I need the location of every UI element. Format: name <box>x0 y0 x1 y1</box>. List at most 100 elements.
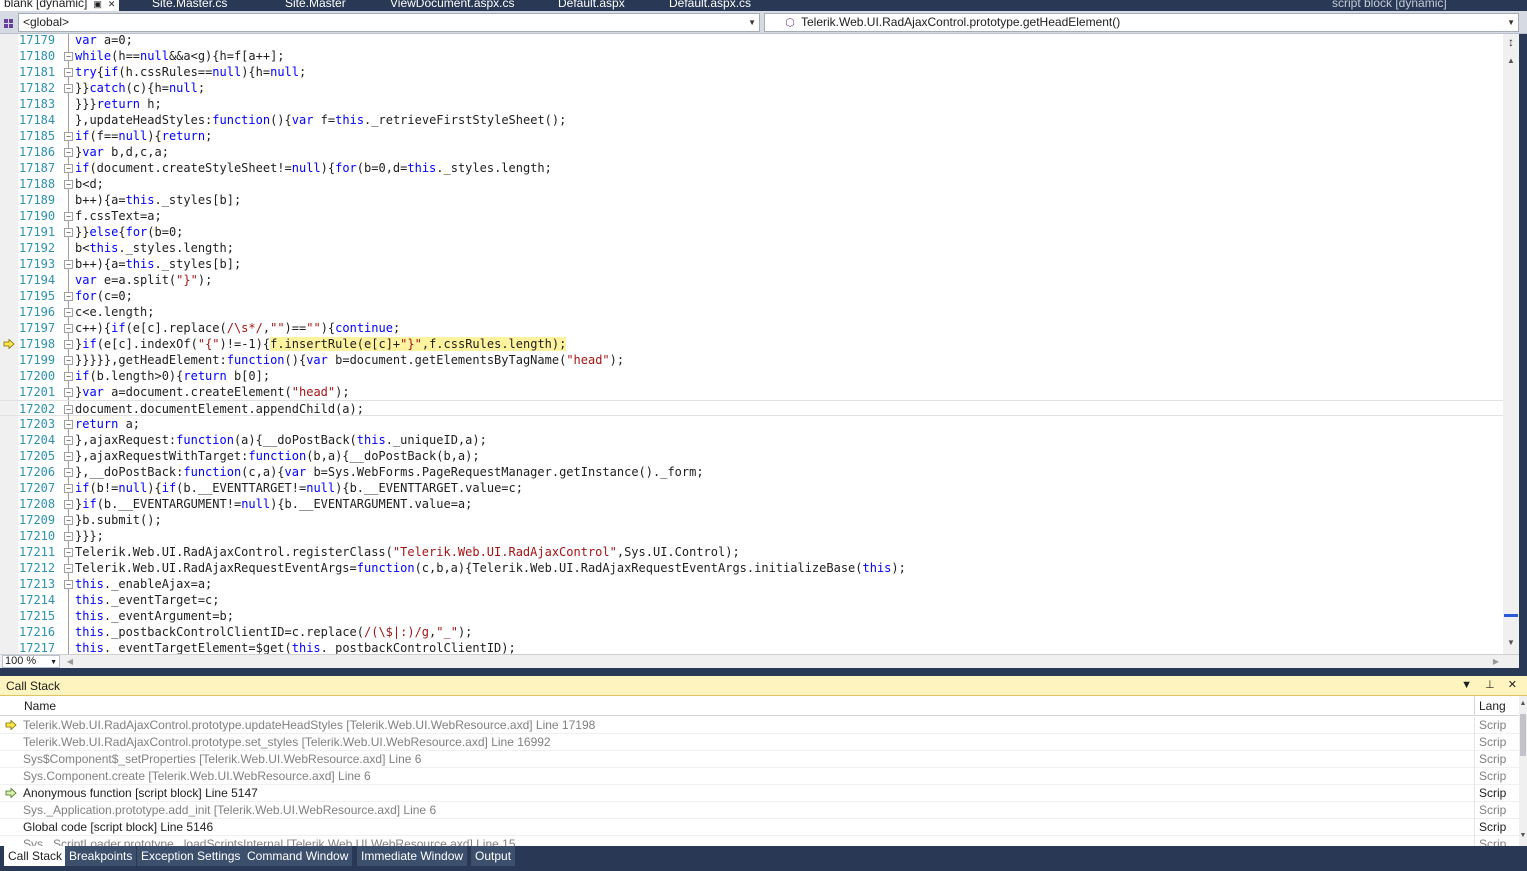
code-line[interactable]: 17195− for(c=0; <box>0 288 1503 304</box>
code-line[interactable]: 17213− this._enableAjax=a; <box>0 576 1503 592</box>
code-line[interactable]: 17180− while(h==null&&a<g){h=f[a++]; <box>0 48 1503 64</box>
editor-horizontal-scrollbar[interactable]: 100 % ▼ ◀ ▶ <box>0 654 1519 668</box>
split-icon[interactable]: ↕ <box>1503 34 1519 50</box>
code-line[interactable]: 17205−},ajaxRequestWithTarget:function(b… <box>0 448 1503 464</box>
call-stack-row[interactable]: Global code [script block] Line 5146 Scri… <box>0 819 1519 836</box>
collapse-icon[interactable]: − <box>64 260 73 269</box>
code-line[interactable]: 17179 var a=0; <box>0 34 1503 48</box>
collapse-icon[interactable]: − <box>64 516 73 525</box>
code-line[interactable]: 17194 var e=a.split("}"); <box>0 272 1503 288</box>
tab-blank-dynamic[interactable]: blank [dynamic] ▣ ✕ <box>0 0 120 11</box>
collapse-icon[interactable]: − <box>64 84 73 93</box>
collapse-icon[interactable]: − <box>64 388 73 397</box>
tab-output[interactable]: Output <box>471 846 516 866</box>
code-line[interactable]: 17208−}if(b.__EVENTARGUMENT!=null){b.__E… <box>0 496 1503 512</box>
code-line[interactable]: 17211− Telerik.Web.UI.RadAjaxControl.regi… <box>0 544 1503 560</box>
collapse-icon[interactable]: − <box>64 532 73 541</box>
collapse-icon[interactable]: − <box>64 356 73 365</box>
tab-call-stack[interactable]: Call Stack <box>4 846 67 866</box>
code-line[interactable]: 17181− try{if(h.cssRules==null){h=null; <box>0 64 1503 80</box>
collapse-icon[interactable]: − <box>64 324 73 333</box>
collapse-icon[interactable]: − <box>64 580 73 589</box>
code-line[interactable]: 17215 this._eventArgument=b; <box>0 608 1503 624</box>
tab-viewdocument[interactable]: ViewDocument.aspx.cs <box>390 0 515 11</box>
code-line[interactable]: 17216 this._postbackControlClientID=c.rep… <box>0 624 1503 640</box>
tab-default-aspx-cs[interactable]: Default.aspx.cs <box>669 0 751 11</box>
tab-immediate-window[interactable]: Immediate Window <box>357 846 468 866</box>
code-line[interactable]: 17206−},__doPostBack:function(c,a){var b… <box>0 464 1503 480</box>
collapse-icon[interactable]: − <box>64 548 73 557</box>
collapse-icon[interactable]: − <box>64 292 73 301</box>
collapse-icon[interactable]: − <box>64 212 73 221</box>
close-icon[interactable]: ✕ <box>1508 679 1517 691</box>
collapse-icon[interactable]: − <box>64 52 73 61</box>
code-editor[interactable]: 17179 var a=0; 17180− while(h==null&&a<g){h… <box>0 34 1519 654</box>
collapse-icon[interactable]: − <box>64 564 73 573</box>
pin-icon[interactable]: ▣ <box>93 0 102 9</box>
collapse-icon[interactable]: − <box>64 468 73 477</box>
code-line[interactable]: 17204−},ajaxRequest:function(a){__doPost… <box>0 432 1503 448</box>
collapse-icon[interactable]: − <box>64 500 73 509</box>
code-line[interactable]: 17190− f.cssText=a; <box>0 208 1503 224</box>
code-line[interactable]: 17199−}}}}},getHeadElement:function(){va… <box>0 352 1503 368</box>
code-line[interactable]: 17183}}}return h; <box>0 96 1503 112</box>
call-stack-row[interactable]: Telerik.Web.UI.RadAjaxControl.prototype.… <box>0 734 1519 751</box>
code-line[interactable]: 17187− if(document.createStyleSheet!=null… <box>0 160 1503 176</box>
scope-dropdown[interactable]: <global> ▼ <box>18 13 760 32</box>
tab-breakpoints[interactable]: Breakpoints <box>65 846 137 866</box>
code-line[interactable]: 17182−}}catch(c){h=null; <box>0 80 1503 96</box>
zoom-dropdown[interactable]: 100 % ▼ <box>2 655 60 668</box>
call-stack-row[interactable]: Sys.Component.create [Telerik.Web.UI.Web… <box>0 768 1519 785</box>
window-position-icon[interactable]: ▼ <box>1461 679 1472 691</box>
code-line[interactable]: 17192 b<this._styles.length; <box>0 240 1503 256</box>
code-line[interactable]: 17201−}var a=document.createElement("hea… <box>0 384 1503 400</box>
tab-site-master-cs[interactable]: Site.Master.cs <box>152 0 227 11</box>
collapse-icon[interactable]: − <box>64 180 73 189</box>
code-line[interactable]: 17191−}}else{for(b=0; <box>0 224 1503 240</box>
code-line[interactable]: 17207− if(b!=null){if(b.__EVENTTARGET!=nu… <box>0 480 1503 496</box>
collapse-icon[interactable]: − <box>64 420 73 429</box>
code-line[interactable]: 17188− b<d; <box>0 176 1503 192</box>
call-stack-row[interactable]: Sys._ScriptLoader.prototype._loadScripts… <box>0 836 1519 846</box>
code-line[interactable]: 17212− Telerik.Web.UI.RadAjaxRequestEvent… <box>0 560 1503 576</box>
code-line[interactable]: 17193− b++){a=this._styles[b]; <box>0 256 1503 272</box>
collapse-icon[interactable]: − <box>64 372 73 381</box>
pin-icon[interactable]: ⊥ <box>1485 679 1495 691</box>
call-stack-scrollbar[interactable]: ▲ ▼ <box>1519 696 1527 846</box>
collapse-icon[interactable]: − <box>64 405 73 414</box>
collapse-icon[interactable]: − <box>64 132 73 141</box>
code-line[interactable]: 17184},updateHeadStyles:function(){var f… <box>0 112 1503 128</box>
code-line[interactable]: 17214 this._eventTarget=c; <box>0 592 1503 608</box>
tab-site-master[interactable]: Site.Master <box>285 0 346 11</box>
code-line[interactable]: 17217 this._eventTargetElement=$get(this.… <box>0 640 1503 654</box>
collapse-icon[interactable]: − <box>64 68 73 77</box>
scroll-down-icon[interactable]: ▼ <box>1503 636 1519 650</box>
tab-exception-settings[interactable]: Exception Settings <box>137 846 245 866</box>
collapse-icon[interactable]: − <box>64 484 73 493</box>
scroll-up-icon[interactable]: ▲ <box>1519 700 1527 707</box>
scroll-up-icon[interactable]: ▲ <box>1503 54 1519 68</box>
collapse-icon[interactable]: − <box>64 436 73 445</box>
tab-default-aspx[interactable]: Default.aspx <box>558 0 625 11</box>
tab-script-block[interactable]: script block [dynamic] <box>1332 0 1447 11</box>
collapse-icon[interactable]: − <box>64 228 73 237</box>
member-dropdown[interactable]: ⬡ Telerik.Web.UI.RadAjaxControl.prototype… <box>764 13 1519 32</box>
code-line[interactable]: 17185− if(f==null){return; <box>0 128 1503 144</box>
call-stack-row[interactable]: Sys._Application.prototype.add_init [Tel… <box>0 802 1519 819</box>
call-stack-row[interactable]: Sys$Component$_setProperties [Telerik.We… <box>0 751 1519 768</box>
collapse-icon[interactable]: − <box>64 308 73 317</box>
code-line[interactable]: 17196− c<e.length; <box>0 304 1503 320</box>
scroll-right-icon[interactable]: ▶ <box>1490 655 1502 668</box>
column-header-lang[interactable]: Lang <box>1474 696 1519 716</box>
code-line[interactable]: 17200− if(b.length>0){return b[0]; <box>0 368 1503 384</box>
scroll-down-icon[interactable]: ▼ <box>1519 832 1527 839</box>
code-line[interactable]: 17197− c++){if(e[c].replace(/\s*/,"")==""… <box>0 320 1503 336</box>
call-stack-row[interactable]: Anonymous function [script block] Line 5… <box>0 785 1519 802</box>
code-line[interactable]: 17189 b++){a=this._styles[b]; <box>0 192 1503 208</box>
call-stack-row[interactable]: Telerik.Web.UI.RadAjaxControl.prototype.… <box>0 717 1519 734</box>
code-line[interactable]: 17209−}b.submit(); <box>0 512 1503 528</box>
close-icon[interactable]: ✕ <box>108 0 116 9</box>
code-line[interactable]: 17210−}}}; <box>0 528 1503 544</box>
code-line[interactable]: 17202− document.documentElement.appendChi… <box>0 400 1503 417</box>
collapse-icon[interactable]: − <box>64 340 73 349</box>
